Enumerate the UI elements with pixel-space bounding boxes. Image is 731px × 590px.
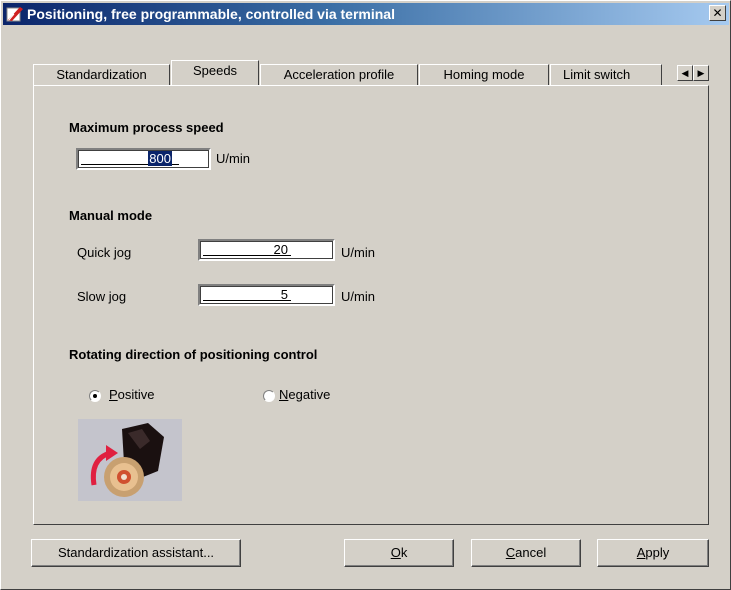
- apply-button[interactable]: Apply: [597, 539, 709, 567]
- slow-jog-value: 5: [280, 287, 288, 302]
- positive-accel-key: P: [109, 387, 118, 402]
- tab-label: Acceleration profile: [283, 67, 395, 82]
- rotation-heading: Rotating direction of positioning contro…: [69, 347, 318, 362]
- negative-label-rest: egative: [288, 387, 331, 402]
- negative-accel-key: N: [279, 387, 289, 402]
- tab-standardization[interactable]: Standardization: [33, 64, 170, 85]
- quick-jog-label: Quick jog: [77, 245, 132, 260]
- ok-label-rest: k: [400, 545, 408, 560]
- dialog-window: Positioning, free programmable, controll…: [0, 0, 731, 590]
- app-logo-icon: [6, 7, 23, 22]
- negative-radio[interactable]: [263, 390, 275, 402]
- close-icon: ✕: [712, 6, 723, 20]
- quick-jog-unit: U/min: [341, 245, 375, 260]
- button-label: Standardization assistant...: [57, 545, 215, 560]
- close-button[interactable]: ✕: [709, 5, 726, 21]
- standardization-assistant-button[interactable]: Standardization assistant...: [31, 539, 241, 567]
- max-speed-unit: U/min: [216, 151, 250, 166]
- motor-rotation-icon: [78, 419, 182, 501]
- radio-selected-dot: [93, 394, 97, 398]
- slow-jog-label: Slow jog: [77, 289, 127, 304]
- title-bar[interactable]: Positioning, free programmable, controll…: [3, 3, 729, 25]
- motor-rotation-image: [78, 419, 182, 501]
- field-underline: [203, 300, 291, 301]
- manual-mode-heading: Manual mode: [69, 208, 153, 223]
- positive-radio[interactable]: [89, 390, 101, 402]
- max-speed-input[interactable]: 800: [76, 148, 211, 170]
- tab-label: Standardization: [56, 67, 147, 82]
- tab-limit-switch[interactable]: Limit switch: [550, 64, 662, 85]
- tab-acceleration-profile[interactable]: Acceleration profile: [260, 64, 418, 85]
- chevron-right-icon: ▶: [697, 68, 705, 78]
- tab-label: Homing mode: [443, 67, 525, 82]
- ok-button[interactable]: Ok: [344, 539, 454, 567]
- positive-label-rest: ositive: [117, 387, 155, 402]
- max-speed-heading: Maximum process speed: [69, 120, 224, 135]
- positive-radio-label[interactable]: Positive: [109, 387, 155, 402]
- quick-jog-input[interactable]: 20: [198, 239, 335, 261]
- window-title: Positioning, free programmable, controll…: [27, 6, 395, 22]
- ok-accel-key: O: [390, 545, 401, 560]
- tab-label: Limit switch: [563, 67, 631, 82]
- tab-speeds[interactable]: Speeds: [171, 60, 259, 85]
- cancel-accel-key: C: [505, 545, 516, 560]
- chevron-left-icon: ◀: [681, 68, 689, 78]
- cancel-label-rest: ancel: [515, 545, 547, 560]
- slow-jog-unit: U/min: [341, 289, 375, 304]
- apply-label-rest: pply: [645, 545, 670, 560]
- tab-scroll-right-button[interactable]: ▶: [693, 65, 709, 81]
- tab-homing-mode[interactable]: Homing mode: [419, 64, 549, 85]
- quick-jog-value: 20: [273, 242, 288, 257]
- cancel-button[interactable]: Cancel: [471, 539, 581, 567]
- tab-scroll-left-button[interactable]: ◀: [677, 65, 693, 81]
- slow-jog-input[interactable]: 5: [198, 284, 335, 306]
- tab-label: Speeds: [192, 63, 238, 78]
- max-speed-value: 800: [148, 151, 172, 166]
- negative-radio-label[interactable]: Negative: [279, 387, 330, 402]
